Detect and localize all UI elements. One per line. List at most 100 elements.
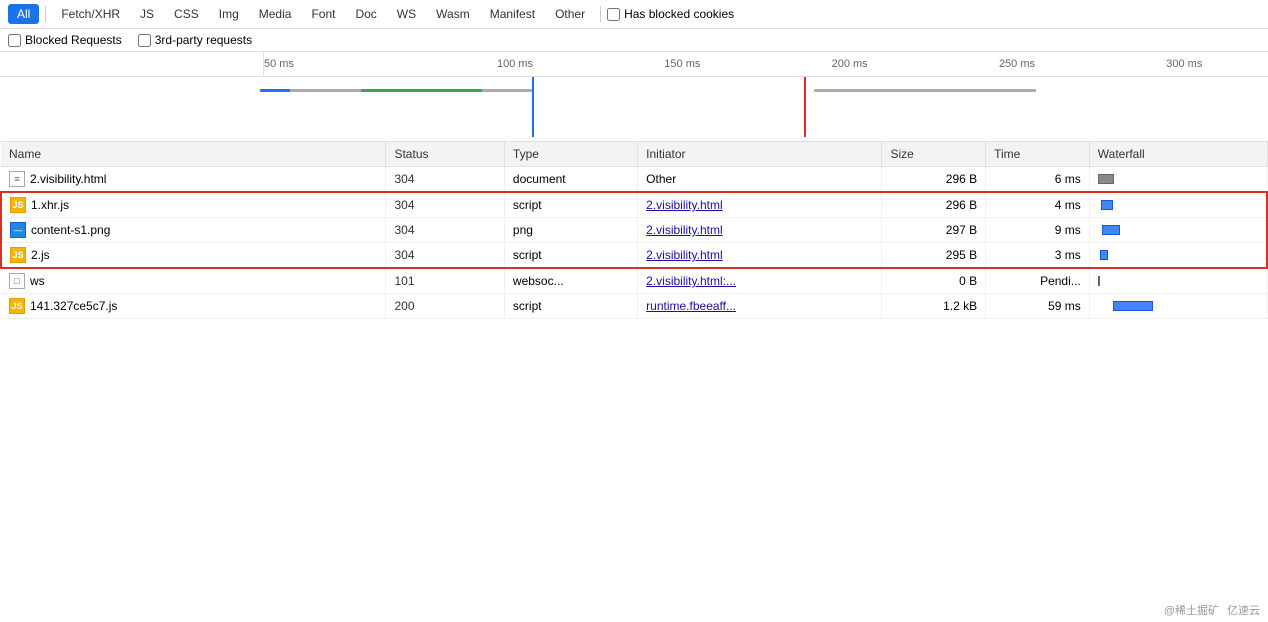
file-name: 1.xhr.js	[31, 198, 69, 212]
initiator-cell: Other	[638, 167, 882, 193]
size-cell: 297 B	[882, 218, 986, 243]
col-header-status[interactable]: Status	[386, 142, 504, 167]
timeline-red-line	[804, 77, 806, 137]
waterfall-bar-container	[1098, 223, 1258, 237]
filter-wasm[interactable]: Wasm	[427, 4, 479, 24]
filter-font[interactable]: Font	[302, 4, 344, 24]
name-cell: JS 2.js	[1, 243, 386, 269]
timeline-chart	[260, 77, 1268, 137]
size-cell: 1.2 kB	[882, 294, 986, 319]
col-header-name[interactable]: Name	[1, 142, 386, 167]
col-header-size[interactable]: Size	[882, 142, 986, 167]
waterfall-cell	[1089, 218, 1267, 243]
status-cell: 304	[386, 243, 504, 269]
type-cell: script	[504, 192, 637, 218]
filter-media[interactable]: Media	[250, 4, 301, 24]
filter-fetch-xhr[interactable]: Fetch/XHR	[52, 4, 129, 24]
waterfall-cell	[1089, 167, 1267, 193]
status-cell: 304	[386, 192, 504, 218]
name-cell: □ ws	[1, 268, 386, 294]
file-name: 2.visibility.html	[30, 172, 106, 186]
table-row: JS 1.xhr.js 304 script 2.visibility.html…	[1, 192, 1267, 218]
script-icon: JS	[9, 298, 25, 314]
waterfall-bar	[1098, 174, 1114, 184]
filter-manifest[interactable]: Manifest	[481, 4, 544, 24]
filter-ws[interactable]: WS	[388, 4, 425, 24]
col-header-time[interactable]: Time	[986, 142, 1090, 167]
col-header-type[interactable]: Type	[504, 142, 637, 167]
time-cell: 9 ms	[986, 218, 1090, 243]
waterfall-bar	[1100, 250, 1108, 260]
col-header-waterfall[interactable]: Waterfall	[1089, 142, 1267, 167]
ruler-250ms: 250 ms	[933, 54, 1100, 74]
timeline-blue-line	[532, 77, 534, 137]
table-header-row: Name Status Type Initiator Size Time Wat…	[1, 142, 1267, 167]
img-icon: —	[10, 222, 26, 238]
filter-doc[interactable]: Doc	[346, 4, 385, 24]
time-cell: 4 ms	[986, 192, 1090, 218]
third-party-label[interactable]: 3rd-party requests	[138, 33, 252, 47]
name-cell: — content-s1.png	[1, 218, 386, 243]
waterfall-bar-container	[1098, 299, 1259, 313]
time-cell: 59 ms	[986, 294, 1090, 319]
script-icon: JS	[10, 247, 26, 263]
timeline-bar-gray-2	[814, 89, 1036, 92]
timeline-area: 50 ms 100 ms 150 ms 200 ms 250 ms 300 ms	[0, 52, 1268, 142]
initiator-cell: 2.visibility.html	[638, 192, 882, 218]
type-cell: script	[504, 294, 637, 319]
status-cell: 304	[386, 218, 504, 243]
blocked-requests-label[interactable]: Blocked Requests	[8, 33, 122, 47]
filter-img[interactable]: Img	[210, 4, 248, 24]
initiator-link[interactable]: 2.visibility.html	[646, 223, 722, 237]
file-name: ws	[30, 274, 45, 288]
doc-icon: ≡	[9, 171, 25, 187]
col-header-initiator[interactable]: Initiator	[638, 142, 882, 167]
waterfall-bar-container	[1098, 274, 1259, 288]
file-name: 2.js	[31, 248, 50, 262]
timeline-ruler: 50 ms 100 ms 150 ms 200 ms 250 ms 300 ms	[0, 52, 1268, 77]
ruler-150ms: 150 ms	[599, 54, 766, 74]
initiator-link[interactable]: 2.visibility.html	[646, 248, 722, 262]
has-blocked-cookies-label[interactable]: Has blocked cookies	[607, 7, 734, 21]
table-row: JS 141.327ce5c7.js 200 script runtime.fb…	[1, 294, 1267, 319]
watermark-text1: @稀土掘矿	[1164, 602, 1219, 618]
filter-all[interactable]: All	[8, 4, 39, 24]
initiator-link[interactable]: runtime.fbeeaff...	[646, 299, 736, 313]
waterfall-cell	[1089, 268, 1267, 294]
initiator-link[interactable]: 2.visibility.html:...	[646, 274, 736, 288]
watermark: @稀土掘矿 亿速云	[1164, 602, 1260, 618]
filter-separator-2	[600, 6, 601, 22]
has-blocked-cookies-checkbox[interactable]	[607, 8, 620, 21]
type-cell: websoc...	[504, 268, 637, 294]
table-row: JS 2.js 304 script 2.visibility.html 295…	[1, 243, 1267, 269]
ruler-50ms: 50 ms	[264, 54, 431, 74]
initiator-cell: 2.visibility.html:...	[638, 268, 882, 294]
waterfall-cell	[1089, 243, 1267, 269]
filter-css[interactable]: CSS	[165, 4, 208, 24]
waterfall-cell	[1089, 294, 1267, 319]
status-cell: 200	[386, 294, 504, 319]
table-row: □ ws 101 websoc... 2.visibility.html:...…	[1, 268, 1267, 294]
waterfall-bar-container	[1098, 172, 1259, 186]
checkbox-bar: Blocked Requests 3rd-party requests	[0, 29, 1268, 52]
size-cell: 296 B	[882, 167, 986, 193]
network-table: Name Status Type Initiator Size Time Wat…	[0, 142, 1268, 319]
size-cell: 0 B	[882, 268, 986, 294]
network-table-wrapper: Name Status Type Initiator Size Time Wat…	[0, 142, 1268, 319]
time-cell: 3 ms	[986, 243, 1090, 269]
size-cell: 295 B	[882, 243, 986, 269]
filter-js[interactable]: JS	[131, 4, 163, 24]
filter-separator	[45, 6, 46, 22]
name-cell: ≡ 2.visibility.html	[1, 167, 386, 193]
filter-other[interactable]: Other	[546, 4, 594, 24]
initiator-cell: 2.visibility.html	[638, 243, 882, 269]
watermark-text2: 亿速云	[1227, 602, 1260, 618]
waterfall-bar	[1101, 200, 1113, 210]
status-cell: 304	[386, 167, 504, 193]
blocked-requests-checkbox[interactable]	[8, 34, 21, 47]
script-icon: JS	[10, 197, 26, 213]
third-party-checkbox[interactable]	[138, 34, 151, 47]
timeline-bar-blue-small	[260, 89, 290, 92]
waterfall-bar	[1113, 301, 1153, 311]
initiator-link[interactable]: 2.visibility.html	[646, 198, 722, 212]
